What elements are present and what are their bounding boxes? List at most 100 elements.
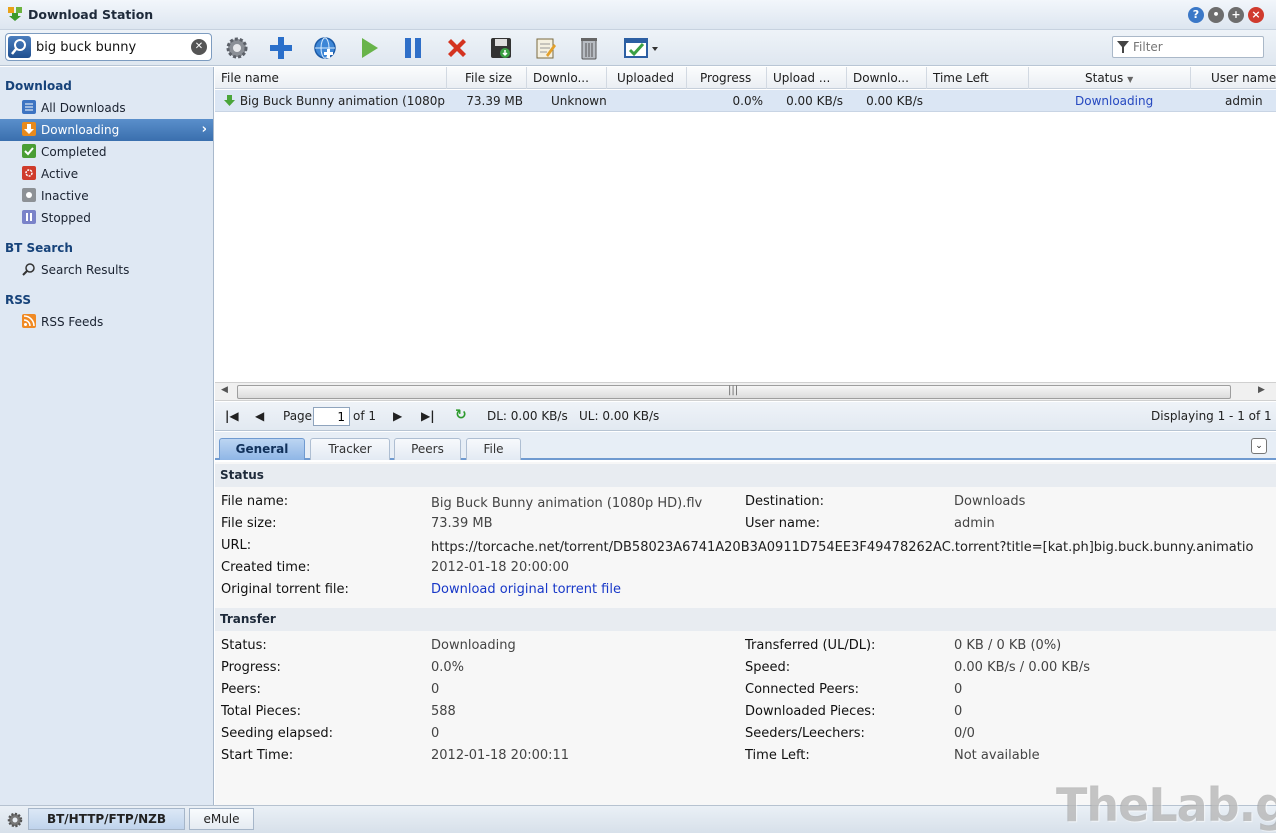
search-box[interactable]: ✕ [5, 33, 212, 61]
settings-gear-button[interactable] [222, 33, 252, 63]
scroll-right-icon[interactable]: ▶ [1258, 385, 1265, 395]
file-name-text: Big Buck Bunny animation (1080p... [239, 94, 445, 108]
cell-file-name: Big Buck Bunny animation (1080p... [223, 90, 445, 112]
status-section-title: Status [215, 464, 1276, 487]
filter-input[interactable] [1133, 39, 1259, 55]
filter-funnel-icon [1117, 41, 1129, 53]
column-header-file-size[interactable]: File size [447, 67, 527, 89]
tab-emule[interactable]: eMule [189, 808, 254, 830]
column-header-file-name[interactable]: File name [215, 67, 447, 89]
checkmark-icon [22, 144, 36, 158]
download-arrow-icon [22, 122, 36, 136]
maximize-icon[interactable]: + [1228, 7, 1244, 23]
transfer-section-title: Transfer [215, 608, 1276, 631]
sidebar-item-label: Search Results [41, 263, 130, 277]
pause-button[interactable] [398, 33, 428, 63]
label-file-name: File name: [221, 494, 289, 509]
delete-button[interactable] [442, 33, 472, 63]
displaying-count: Displaying 1 - 1 of 1 [1151, 409, 1272, 423]
value-total-pieces: 588 [431, 704, 456, 719]
toolbar: ✕ [0, 30, 1276, 66]
close-icon[interactable]: × [1248, 7, 1264, 23]
cell-upload-speed: 0.00 KB/s [786, 94, 843, 108]
inactive-icon [22, 188, 36, 202]
first-page-icon[interactable]: |◀ [225, 409, 239, 423]
add-download-button[interactable] [266, 33, 296, 63]
downloading-arrow-icon [224, 95, 235, 106]
settings-round-icon[interactable]: • [1208, 7, 1224, 23]
column-header-progress[interactable]: Progress [687, 67, 767, 89]
label-time-left: Time Left: [745, 748, 810, 763]
column-header-uploaded[interactable]: Uploaded [607, 67, 687, 89]
tab-peers[interactable]: Peers [394, 438, 461, 460]
select-tasks-dropdown-button[interactable] [622, 33, 662, 63]
filter-box[interactable] [1112, 36, 1264, 58]
column-header-upload-speed[interactable]: Upload ... [767, 67, 847, 89]
sidebar-item-downloading[interactable]: Downloading › [0, 119, 213, 141]
last-page-icon[interactable]: ▶| [421, 409, 435, 423]
sidebar-item-stopped[interactable]: Stopped [0, 207, 213, 229]
value-start-time: 2012-01-18 20:00:11 [431, 748, 570, 763]
tab-tracker[interactable]: Tracker [310, 438, 390, 460]
label-url: URL: [221, 538, 252, 553]
column-header-downloaded[interactable]: Downlo... [527, 67, 607, 89]
sidebar-item-active[interactable]: Active [0, 163, 213, 185]
scroll-left-icon[interactable]: ◀ [221, 385, 228, 395]
pause-icon [22, 210, 36, 224]
refresh-icon[interactable]: ↻ [455, 407, 467, 423]
sidebar-item-label: All Downloads [41, 101, 126, 115]
clear-search-icon[interactable]: ✕ [191, 39, 207, 55]
sidebar-item-rss-feeds[interactable]: RSS Feeds [0, 311, 213, 333]
collapse-panel-icon[interactable]: ⌄ [1251, 438, 1267, 454]
clear-completed-button[interactable] [574, 33, 604, 63]
value-time-left: Not available [954, 748, 1040, 763]
edit-task-button[interactable] [530, 33, 560, 63]
gear-icon[interactable] [7, 812, 23, 828]
horizontal-scrollbar[interactable]: ◀ ||| ▶ [215, 382, 1276, 401]
label-destination: Destination: [745, 494, 824, 509]
page-number-input[interactable] [313, 407, 350, 426]
prev-page-icon[interactable]: ◀ [255, 409, 264, 423]
value-speed: 0.00 KB/s / 0.00 KB/s [954, 660, 1090, 675]
value-status: Downloading [431, 638, 516, 653]
sidebar-item-all-downloads[interactable]: All Downloads [0, 97, 213, 119]
app-download-icon [8, 7, 22, 21]
sidebar-item-completed[interactable]: Completed [0, 141, 213, 163]
sidebar-item-search-results[interactable]: Search Results [0, 259, 213, 281]
search-input[interactable] [36, 38, 191, 56]
search-icon[interactable] [8, 36, 31, 58]
value-destination: Downloads [954, 494, 1026, 509]
column-header-time-left[interactable]: Time Left [927, 67, 1029, 89]
value-url: https://torcache.net/torrent/DB58023A674… [431, 540, 1254, 555]
active-icon [22, 166, 36, 180]
tab-general[interactable]: General [219, 438, 305, 460]
dl-speed: DL: 0.00 KB/s [487, 409, 568, 423]
value-user-name: admin [954, 516, 995, 531]
status-header-label: Status [1085, 71, 1124, 85]
cell-progress: 0.0% [732, 94, 764, 108]
column-header-status[interactable]: Status ▼ [1029, 67, 1191, 89]
chevron-right-icon: › [201, 122, 207, 137]
value-file-size: 73.39 MB [431, 516, 493, 531]
download-torrent-link[interactable]: Download original torrent file [431, 582, 621, 597]
tab-bt-http-ftp-nzb[interactable]: BT/HTTP/FTP/NZB [28, 808, 185, 830]
sidebar-item-inactive[interactable]: Inactive [0, 185, 213, 207]
next-page-icon[interactable]: ▶ [393, 409, 402, 423]
column-header-user-name[interactable]: User name [1191, 67, 1276, 89]
cell-file-size: 73.39 MB [466, 94, 523, 108]
label-peers: Peers: [221, 682, 261, 697]
scrollbar-thumb[interactable]: ||| [237, 385, 1231, 399]
sidebar-item-label: Active [41, 167, 79, 181]
add-url-globe-button[interactable] [310, 33, 340, 63]
resume-play-button[interactable] [354, 33, 384, 63]
label-user-name: User name: [745, 516, 821, 531]
label-speed: Speed: [745, 660, 791, 675]
label-start-time: Start Time: [221, 748, 294, 763]
table-row[interactable]: Big Buck Bunny animation (1080p... 73.39… [215, 90, 1276, 112]
grid-header: File name File size Downlo... Uploaded P… [215, 67, 1276, 89]
save-to-disk-button[interactable] [486, 33, 516, 63]
help-icon[interactable]: ? [1188, 7, 1204, 23]
column-header-download-speed[interactable]: Downlo... [847, 67, 927, 89]
tab-file[interactable]: File [466, 438, 521, 460]
sidebar-item-label: Completed [41, 145, 107, 159]
